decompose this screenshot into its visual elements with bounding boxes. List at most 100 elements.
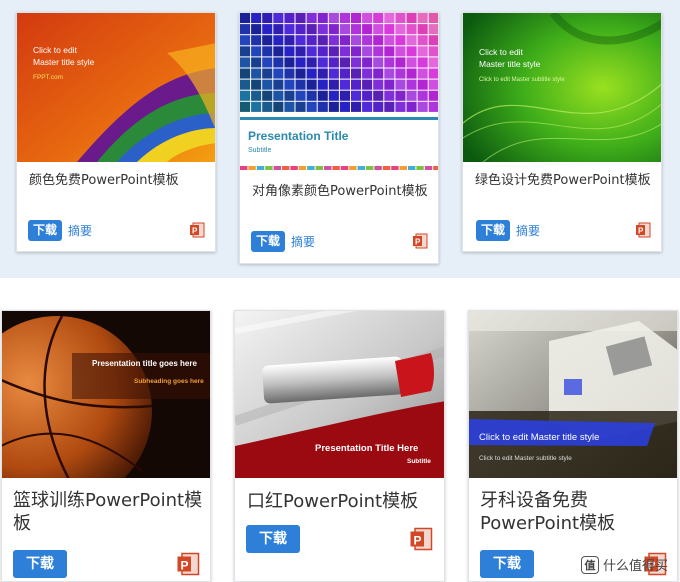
mosaic-tile — [284, 90, 295, 101]
mosaic-tile — [373, 13, 384, 24]
mosaic-tile — [262, 24, 273, 35]
download-button[interactable]: 下载 — [28, 220, 62, 241]
download-button[interactable]: 下载 — [476, 220, 510, 241]
mosaic-tile — [406, 101, 417, 112]
powerpoint-icon: P — [190, 222, 205, 238]
template-thumbnail[interactable]: Click to edit Master title style FPPT.co… — [17, 13, 215, 162]
mosaic-tile — [395, 57, 406, 68]
mosaic-tile — [317, 13, 328, 24]
thumb-text: Subtitle — [248, 147, 271, 154]
template-card[interactable]: Presentation Title Subtitle 对角像素颜色PowerP… — [239, 12, 439, 264]
download-button[interactable]: 下载 — [480, 550, 534, 578]
mosaic-tile — [295, 68, 306, 79]
mosaic-tile — [251, 101, 262, 112]
mosaic-tile — [406, 46, 417, 57]
mosaic-tile — [373, 24, 384, 35]
mosaic-tile — [428, 90, 438, 101]
mosaic-tile — [417, 24, 428, 35]
mosaic-strip-tile — [240, 166, 248, 170]
template-thumbnail[interactable]: Presentation title goes here Subheading … — [2, 311, 210, 478]
mosaic-tile — [251, 68, 262, 79]
thumb-text: FPPT.com — [33, 74, 63, 81]
mosaic-tile — [317, 24, 328, 35]
mosaic-strip-tile — [366, 166, 374, 170]
template-thumbnail[interactable]: Click to edit Master title style Click t… — [469, 311, 677, 478]
mosaic-tile — [362, 79, 373, 90]
mosaic-tile — [417, 13, 428, 24]
mosaic-tile — [295, 101, 306, 112]
mosaic-tile — [362, 57, 373, 68]
mosaic-tile — [395, 90, 406, 101]
template-card[interactable]: Click to edit Master title style Click t… — [462, 12, 662, 252]
mosaic-tile — [351, 24, 362, 35]
mosaic-tile — [240, 35, 251, 46]
mosaic-strip-tile — [374, 166, 382, 170]
mosaic-tile — [262, 101, 273, 112]
mosaic-tile — [273, 24, 284, 35]
thumb-text: Presentation Title — [248, 129, 349, 143]
mosaic-tile — [251, 57, 262, 68]
mosaic-tile — [295, 46, 306, 57]
powerpoint-icon: P — [410, 527, 433, 551]
template-thumbnail[interactable]: Click to edit Master title style Click t… — [463, 13, 661, 162]
powerpoint-icon: P — [177, 552, 200, 576]
template-card[interactable]: Click to edit Master title style FPPT.co… — [16, 12, 216, 252]
template-title[interactable]: 绿色设计免费PowerPoint模板 — [475, 173, 655, 189]
template-thumbnail[interactable]: Presentation Title Here Subtitle — [235, 311, 444, 478]
summary-link[interactable]: 摘要 — [516, 222, 540, 239]
mosaic-tile — [406, 24, 417, 35]
mosaic-tile — [251, 13, 262, 24]
template-title[interactable]: 对角像素颜色PowerPoint模板 — [252, 184, 432, 200]
template-card[interactable]: Presentation Title Here Subtitle 口红Power… — [234, 310, 445, 582]
mosaic-tile — [373, 57, 384, 68]
mosaic-tile — [351, 57, 362, 68]
powerpoint-icon: P — [413, 233, 428, 249]
mosaic-tile — [384, 46, 395, 57]
svg-text:P: P — [192, 227, 198, 236]
mosaic-tile — [339, 68, 350, 79]
mosaic-tile — [284, 101, 295, 112]
mosaic-tile — [428, 24, 438, 35]
mosaic-tile — [295, 24, 306, 35]
mosaic-tile — [417, 68, 428, 79]
template-card[interactable]: Click to edit Master title style Click t… — [468, 310, 678, 582]
thumb-text: Click to edit Master subtitle style — [479, 455, 572, 462]
mosaic-tile — [240, 13, 251, 24]
download-button[interactable]: 下载 — [246, 525, 300, 553]
mosaic-tile — [273, 90, 284, 101]
mosaic-strip-tile — [315, 166, 323, 170]
mosaic-tile — [273, 101, 284, 112]
mosaic-tile — [384, 90, 395, 101]
mosaic-tile — [284, 68, 295, 79]
mosaic-tile — [306, 35, 317, 46]
mosaic-tile — [395, 13, 406, 24]
mosaic-strip-tile — [332, 166, 340, 170]
mosaic-strip-tile — [324, 166, 332, 170]
template-card[interactable]: Presentation title goes here Subheading … — [1, 310, 211, 582]
template-title[interactable]: 牙科设备免费PowerPoint模板 — [480, 490, 660, 535]
summary-link[interactable]: 摘要 — [291, 233, 315, 250]
download-button[interactable]: 下载 — [251, 231, 285, 252]
mosaic-tile — [417, 101, 428, 112]
mosaic-tile — [373, 35, 384, 46]
mosaic-strip-tile — [382, 166, 391, 170]
mosaic-tile — [251, 24, 262, 35]
mosaic-tile — [417, 79, 428, 90]
mosaic-tile — [317, 68, 328, 79]
mosaic-tile — [306, 46, 317, 57]
template-title[interactable]: 口红PowerPoint模板 — [247, 491, 439, 514]
mosaic-strip-tile — [416, 166, 424, 170]
mosaic-tile — [295, 13, 306, 24]
summary-link[interactable]: 摘要 — [68, 222, 92, 239]
svg-text:P: P — [414, 533, 422, 547]
mosaic-tile — [339, 13, 350, 24]
mosaic-tile — [306, 90, 317, 101]
template-title[interactable]: 篮球训练PowerPoint模板 — [13, 490, 205, 535]
download-button[interactable]: 下载 — [13, 550, 67, 578]
mosaic-tile — [406, 13, 417, 24]
mosaic-tile — [417, 35, 428, 46]
mosaic-tile — [306, 13, 317, 24]
template-thumbnail[interactable]: Presentation Title Subtitle — [240, 13, 438, 173]
template-title[interactable]: 颜色免费PowerPoint模板 — [29, 173, 209, 189]
mosaic-tile — [284, 46, 295, 57]
